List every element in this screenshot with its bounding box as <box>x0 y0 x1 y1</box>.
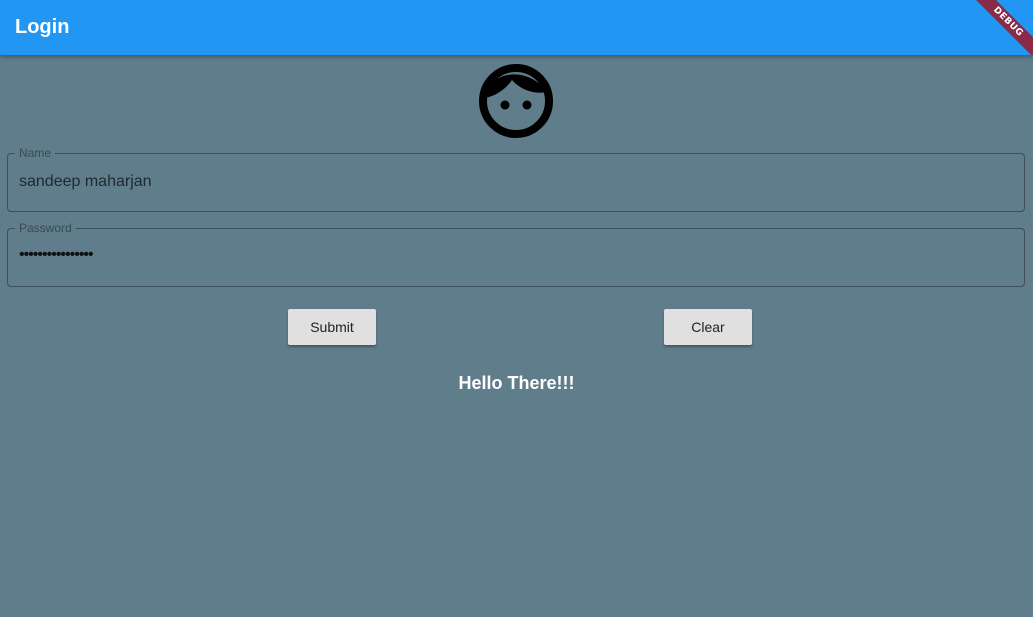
face-icon <box>479 64 553 138</box>
app-bar: Login DEBUG <box>0 0 1033 55</box>
app-window: Login DEBUG Name sandeep maharjan Passwo… <box>0 0 1033 617</box>
password-field-value: •••••••••••••••• <box>19 246 94 263</box>
name-field-label: Name <box>15 146 56 160</box>
debug-banner: DEBUG <box>964 0 1033 55</box>
name-field[interactable]: Name sandeep maharjan <box>7 146 1025 212</box>
clear-button[interactable]: Clear <box>664 309 752 345</box>
password-field-label: Password <box>15 221 76 235</box>
name-field-value: sandeep maharjan <box>19 173 152 190</box>
submit-button[interactable]: Submit <box>288 309 376 345</box>
password-field[interactable]: Password •••••••••••••••• <box>7 221 1025 287</box>
page-title: Login <box>15 16 70 38</box>
greeting-text: Hello There!!! <box>458 373 575 393</box>
